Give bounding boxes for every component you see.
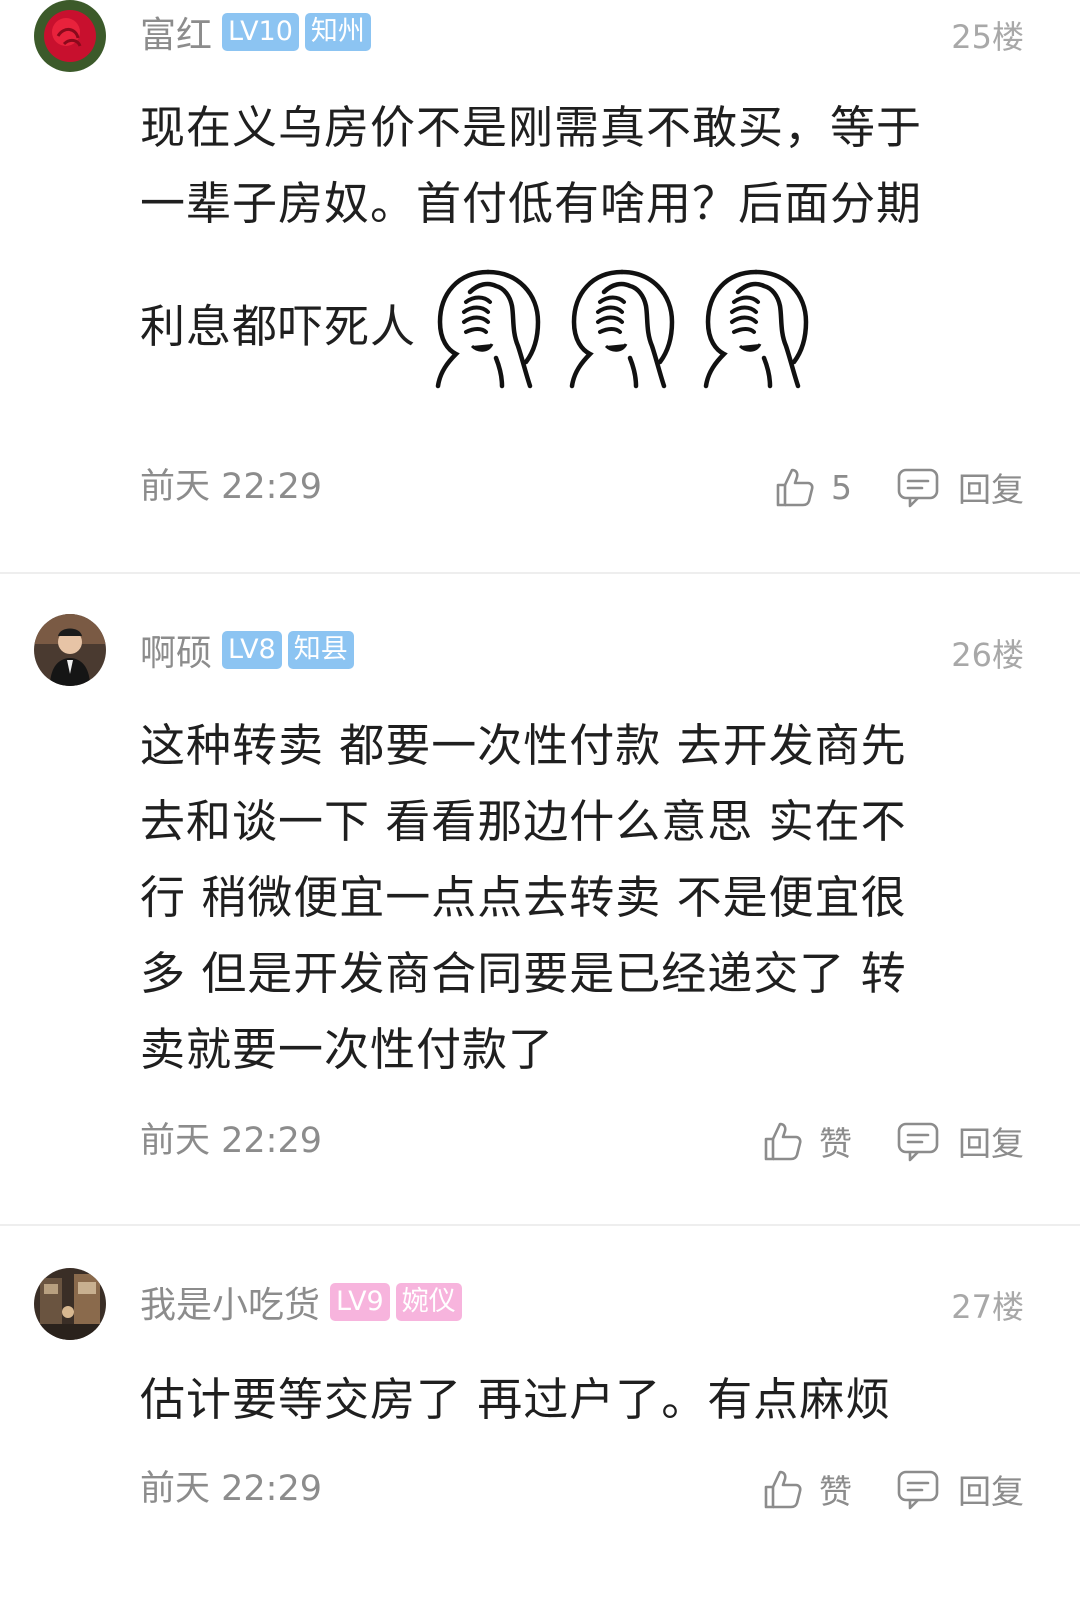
timestamp: 前天 22:29 bbox=[140, 1121, 322, 1161]
comment-text: 这种转卖 都要一次性付款 去开发商先 去和谈一下 看看那边什么意思 实在不 行 … bbox=[140, 708, 990, 1088]
comment-text-line: 多 但是开发商合同要是已经递交了 转 bbox=[140, 947, 907, 1000]
comment-text-line: 估计要等交房了 再过户了。有点麻烦 bbox=[140, 1373, 892, 1426]
user-info-row: 啊硕 LV8 知县 bbox=[140, 630, 360, 674]
username[interactable]: 啊硕 bbox=[140, 624, 212, 676]
level-badge: LV10 bbox=[222, 13, 299, 51]
comment-text-line: 去和谈一下 看看那边什么意思 实在不 bbox=[140, 795, 907, 848]
comment-footer: 前天 22:29 5 回复 bbox=[0, 462, 1080, 512]
reply-button[interactable]: 回复 bbox=[896, 1464, 1024, 1514]
comment-bubble-icon bbox=[896, 1467, 940, 1511]
username[interactable]: 富红 bbox=[140, 6, 212, 58]
reply-label: 回复 bbox=[958, 470, 1024, 509]
comment-text-line: 卖就要一次性付款了 bbox=[140, 1023, 555, 1076]
thumbs-up-icon bbox=[773, 465, 817, 509]
comment-footer: 前天 22:29 赞 回复 bbox=[0, 1116, 1080, 1166]
title-badge: 知州 bbox=[304, 13, 371, 51]
comment-text-line: 这种转卖 都要一次性付款 去开发商先 bbox=[140, 719, 907, 772]
like-button[interactable]: 赞 bbox=[761, 1116, 852, 1166]
avatar[interactable] bbox=[34, 614, 106, 686]
comment-text: 现在义乌房价不是刚需真不敢买，等于 一辈子房奴。首付低有啥用？后面分期 利息都吓… bbox=[140, 90, 990, 392]
facepalm-icon bbox=[694, 262, 818, 392]
comment-bubble-icon bbox=[896, 465, 940, 509]
floor-number: 27楼 bbox=[951, 1288, 1024, 1326]
comment-text-line: 利息都吓死人 bbox=[140, 300, 417, 353]
comment-text-line: 行 稍微便宜一点点去转卖 不是便宜很 bbox=[140, 871, 907, 924]
reply-button[interactable]: 回复 bbox=[896, 1116, 1024, 1166]
reply-button[interactable]: 回复 bbox=[896, 462, 1024, 512]
like-button[interactable]: 5 bbox=[773, 462, 852, 512]
title-badge: 知县 bbox=[287, 631, 354, 669]
thumbs-up-icon bbox=[761, 1119, 805, 1163]
thumbs-up-icon bbox=[761, 1467, 805, 1511]
username[interactable]: 我是小吃货 bbox=[140, 1276, 320, 1328]
timestamp: 前天 22:29 bbox=[140, 1469, 322, 1509]
like-label: 赞 bbox=[819, 1472, 852, 1511]
floor-number: 25楼 bbox=[951, 18, 1024, 56]
like-label: 赞 bbox=[819, 1124, 852, 1163]
user-info-row: 富红 LV10 知州 bbox=[140, 12, 377, 56]
avatar[interactable] bbox=[34, 0, 106, 72]
comment-text-line: 现在义乌房价不是刚需真不敢买，等于 bbox=[140, 101, 923, 154]
title-badge: 婉仪 bbox=[395, 1283, 462, 1321]
facepalm-icon bbox=[426, 262, 550, 392]
floor-number: 26楼 bbox=[951, 636, 1024, 674]
comment-bubble-icon bbox=[896, 1119, 940, 1163]
comment-text-line: 一辈子房奴。首付低有啥用？后面分期 bbox=[140, 177, 923, 230]
comment-item: 我是小吃货 LV9 婉仪 27楼 估计要等交房了 再过户了。有点麻烦 前天 22… bbox=[0, 1226, 1080, 1598]
comment-item: 啊硕 LV8 知县 26楼 这种转卖 都要一次性付款 去开发商先 去和谈一下 看… bbox=[0, 574, 1080, 1224]
user-info-row: 我是小吃货 LV9 婉仪 bbox=[140, 1282, 468, 1326]
facepalm-icon bbox=[560, 262, 684, 392]
comment-text: 估计要等交房了 再过户了。有点麻烦 bbox=[140, 1362, 990, 1438]
comment-item: 富红 LV10 知州 25楼 现在义乌房价不是刚需真不敢买，等于 一辈子房奴。首… bbox=[0, 0, 1080, 572]
reply-label: 回复 bbox=[958, 1472, 1024, 1511]
level-badge: LV9 bbox=[330, 1283, 390, 1321]
like-count: 5 bbox=[831, 467, 852, 507]
reply-label: 回复 bbox=[958, 1124, 1024, 1163]
comment-footer: 前天 22:29 赞 回复 bbox=[0, 1464, 1080, 1514]
timestamp: 前天 22:29 bbox=[140, 467, 322, 507]
avatar[interactable] bbox=[34, 1268, 106, 1340]
level-badge: LV8 bbox=[222, 631, 282, 669]
like-button[interactable]: 赞 bbox=[761, 1464, 852, 1514]
